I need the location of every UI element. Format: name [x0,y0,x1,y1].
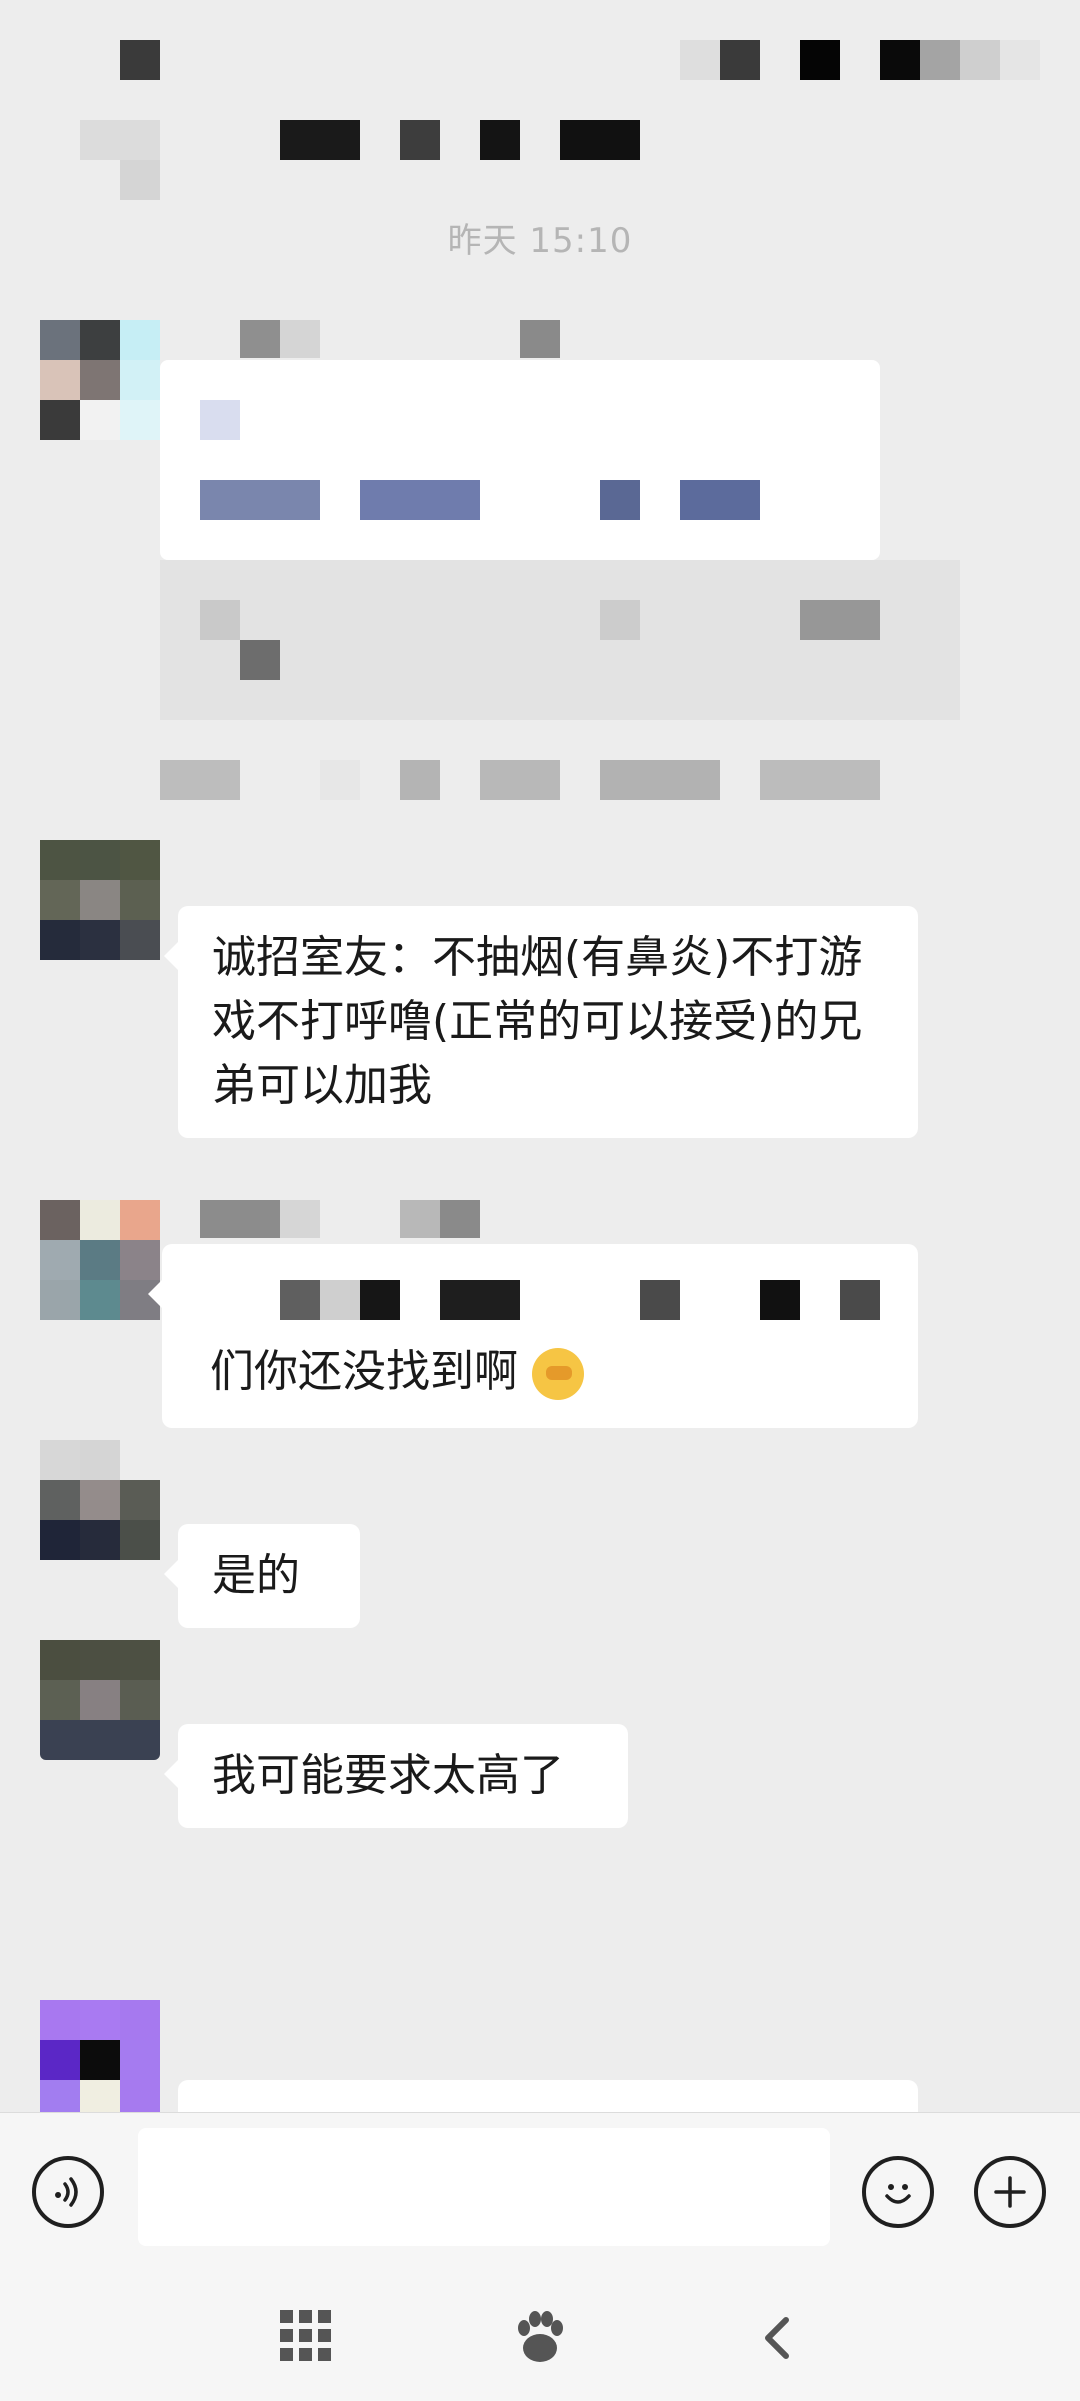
shared-card[interactable] [160,360,880,560]
voice-icon[interactable] [32,2156,104,2228]
message-bubble[interactable]: 我可能要求太高了 [164,1724,628,1828]
message-input[interactable] [138,2128,830,2246]
message-text: 我可能要求太高了 [212,1750,564,1801]
message-bubble[interactable]: 是的 [164,1524,360,1628]
avatar[interactable] [40,320,160,440]
menu-grid-icon[interactable] [280,2310,332,2374]
message-bubble[interactable]: 们你还没找到啊 [148,1244,918,1428]
plus-icon[interactable] [974,2156,1046,2228]
avatar[interactable] [40,1200,160,1320]
message-bubble[interactable]: 诚招室友：不抽烟(有鼻炎)不打游戏不打呼噜(正常的可以接受)的兄弟可以加我 [164,906,918,1138]
avatar[interactable] [40,1640,160,1760]
status-bar [0,0,1080,120]
avatar[interactable] [40,840,160,960]
facepalm-emoji [532,1348,584,1400]
shared-card-footer[interactable] [160,560,960,720]
emoji-icon[interactable] [862,2156,934,2228]
message-text: 是的 [212,1550,300,1601]
redacted-caption [160,760,920,800]
chat-title-bar [0,110,1080,200]
message-text: 诚招室友：不抽烟(有鼻炎)不打游戏不打呼噜(正常的可以接受)的兄弟可以加我 [212,932,863,1111]
nav-back-icon[interactable] [756,2310,796,2378]
message-timestamp: 昨天 15:10 [447,221,633,261]
avatar[interactable] [40,1440,160,1560]
paw-icon[interactable] [512,2310,568,2378]
back-icon[interactable] [80,120,160,160]
avatar[interactable] [40,2000,160,2120]
message-text: 们你还没找到啊 [210,1346,518,1397]
